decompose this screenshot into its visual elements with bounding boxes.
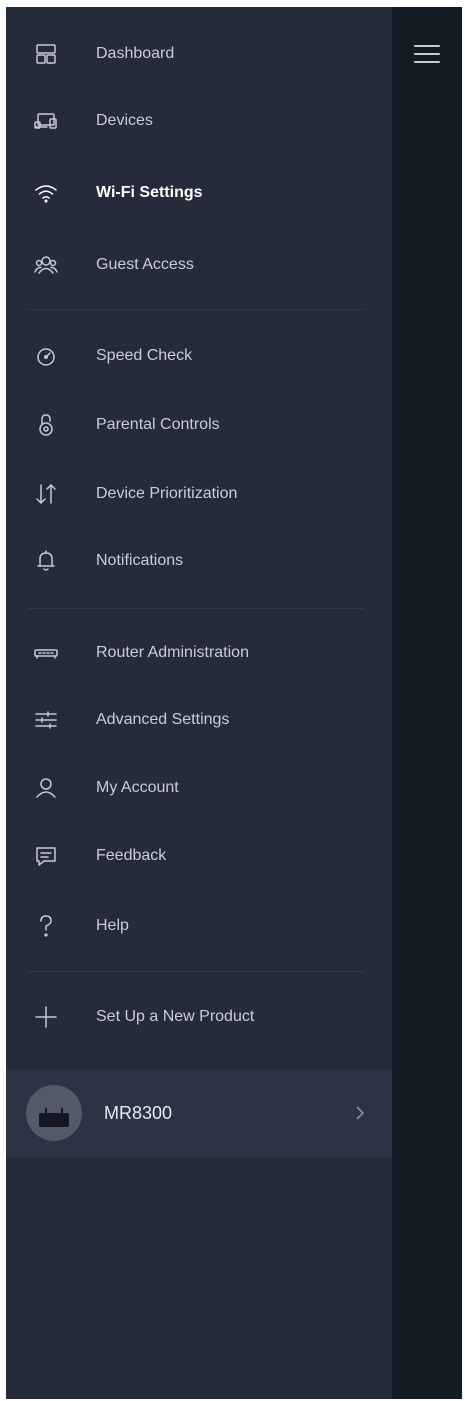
device-name: MR8300 xyxy=(104,1102,173,1123)
menu-item-label: Device Prioritization xyxy=(96,485,238,502)
menu-item-label: Router Administration xyxy=(96,644,249,661)
menu-item-set-up-new-product[interactable]: Set Up a New Product xyxy=(26,995,366,1039)
guest-access-icon xyxy=(26,245,66,285)
sliders-icon xyxy=(26,700,66,740)
menu-item-guest-access[interactable]: Guest Access xyxy=(26,243,366,287)
menu-item-my-account[interactable]: My Account xyxy=(26,766,366,810)
menu-divider xyxy=(28,971,364,972)
menu-item-label: Parental Controls xyxy=(96,416,220,433)
menu-divider xyxy=(28,309,364,310)
prioritization-arrows-icon xyxy=(26,474,66,514)
menu-item-dashboard[interactable]: Dashboard xyxy=(26,32,366,76)
menu-item-help[interactable]: Help xyxy=(26,904,366,948)
menu-item-label: Speed Check xyxy=(96,347,193,364)
menu-item-label: Help xyxy=(96,917,129,934)
device-row-mr8300[interactable]: MR8300 xyxy=(6,1069,392,1157)
content-edge[interactable] xyxy=(392,7,462,1399)
menu-item-label: Notifications xyxy=(96,552,184,569)
menu-item-label: Feedback xyxy=(96,847,167,864)
bell-icon xyxy=(26,541,66,581)
router-avatar-icon xyxy=(26,1085,82,1141)
chat-bubble-icon xyxy=(26,836,66,876)
chevron-right-icon xyxy=(352,1105,368,1121)
wifi-icon xyxy=(26,173,66,213)
menu-item-wifi-settings[interactable]: Wi-Fi Settings xyxy=(26,171,366,215)
plus-icon xyxy=(26,997,66,1037)
menu-item-router-administration[interactable]: Router Administration xyxy=(26,631,366,675)
navigation-drawer: Dashboard Devices Wi-Fi Settings Guest A… xyxy=(6,7,392,1399)
menu-item-advanced-settings[interactable]: Advanced Settings xyxy=(26,698,366,742)
menu-item-label: Guest Access xyxy=(96,256,194,273)
menu-item-devices[interactable]: Devices xyxy=(26,99,366,143)
user-icon xyxy=(26,768,66,808)
menu-divider xyxy=(28,608,364,609)
hamburger-menu-icon[interactable] xyxy=(414,45,440,65)
menu-item-label: Devices xyxy=(96,112,153,129)
app-screen: Dashboard Devices Wi-Fi Settings Guest A… xyxy=(6,7,462,1399)
menu-item-label: Set Up a New Product xyxy=(96,1008,255,1025)
question-icon xyxy=(26,906,66,946)
dashboard-icon xyxy=(26,34,66,74)
menu-item-notifications[interactable]: Notifications xyxy=(26,539,366,583)
padlock-icon xyxy=(26,405,66,445)
menu-item-label: Dashboard xyxy=(96,45,175,62)
menu-item-label: My Account xyxy=(96,779,179,796)
devices-icon xyxy=(26,101,66,141)
menu-item-label: Wi-Fi Settings xyxy=(96,184,203,201)
menu-item-label: Advanced Settings xyxy=(96,711,230,728)
router-icon xyxy=(26,633,66,673)
menu-item-device-prioritization[interactable]: Device Prioritization xyxy=(26,472,366,516)
speedometer-icon xyxy=(26,336,66,376)
menu-item-parental-controls[interactable]: Parental Controls xyxy=(26,403,366,447)
menu-item-speed-check[interactable]: Speed Check xyxy=(26,334,366,378)
menu-item-feedback[interactable]: Feedback xyxy=(26,834,366,878)
